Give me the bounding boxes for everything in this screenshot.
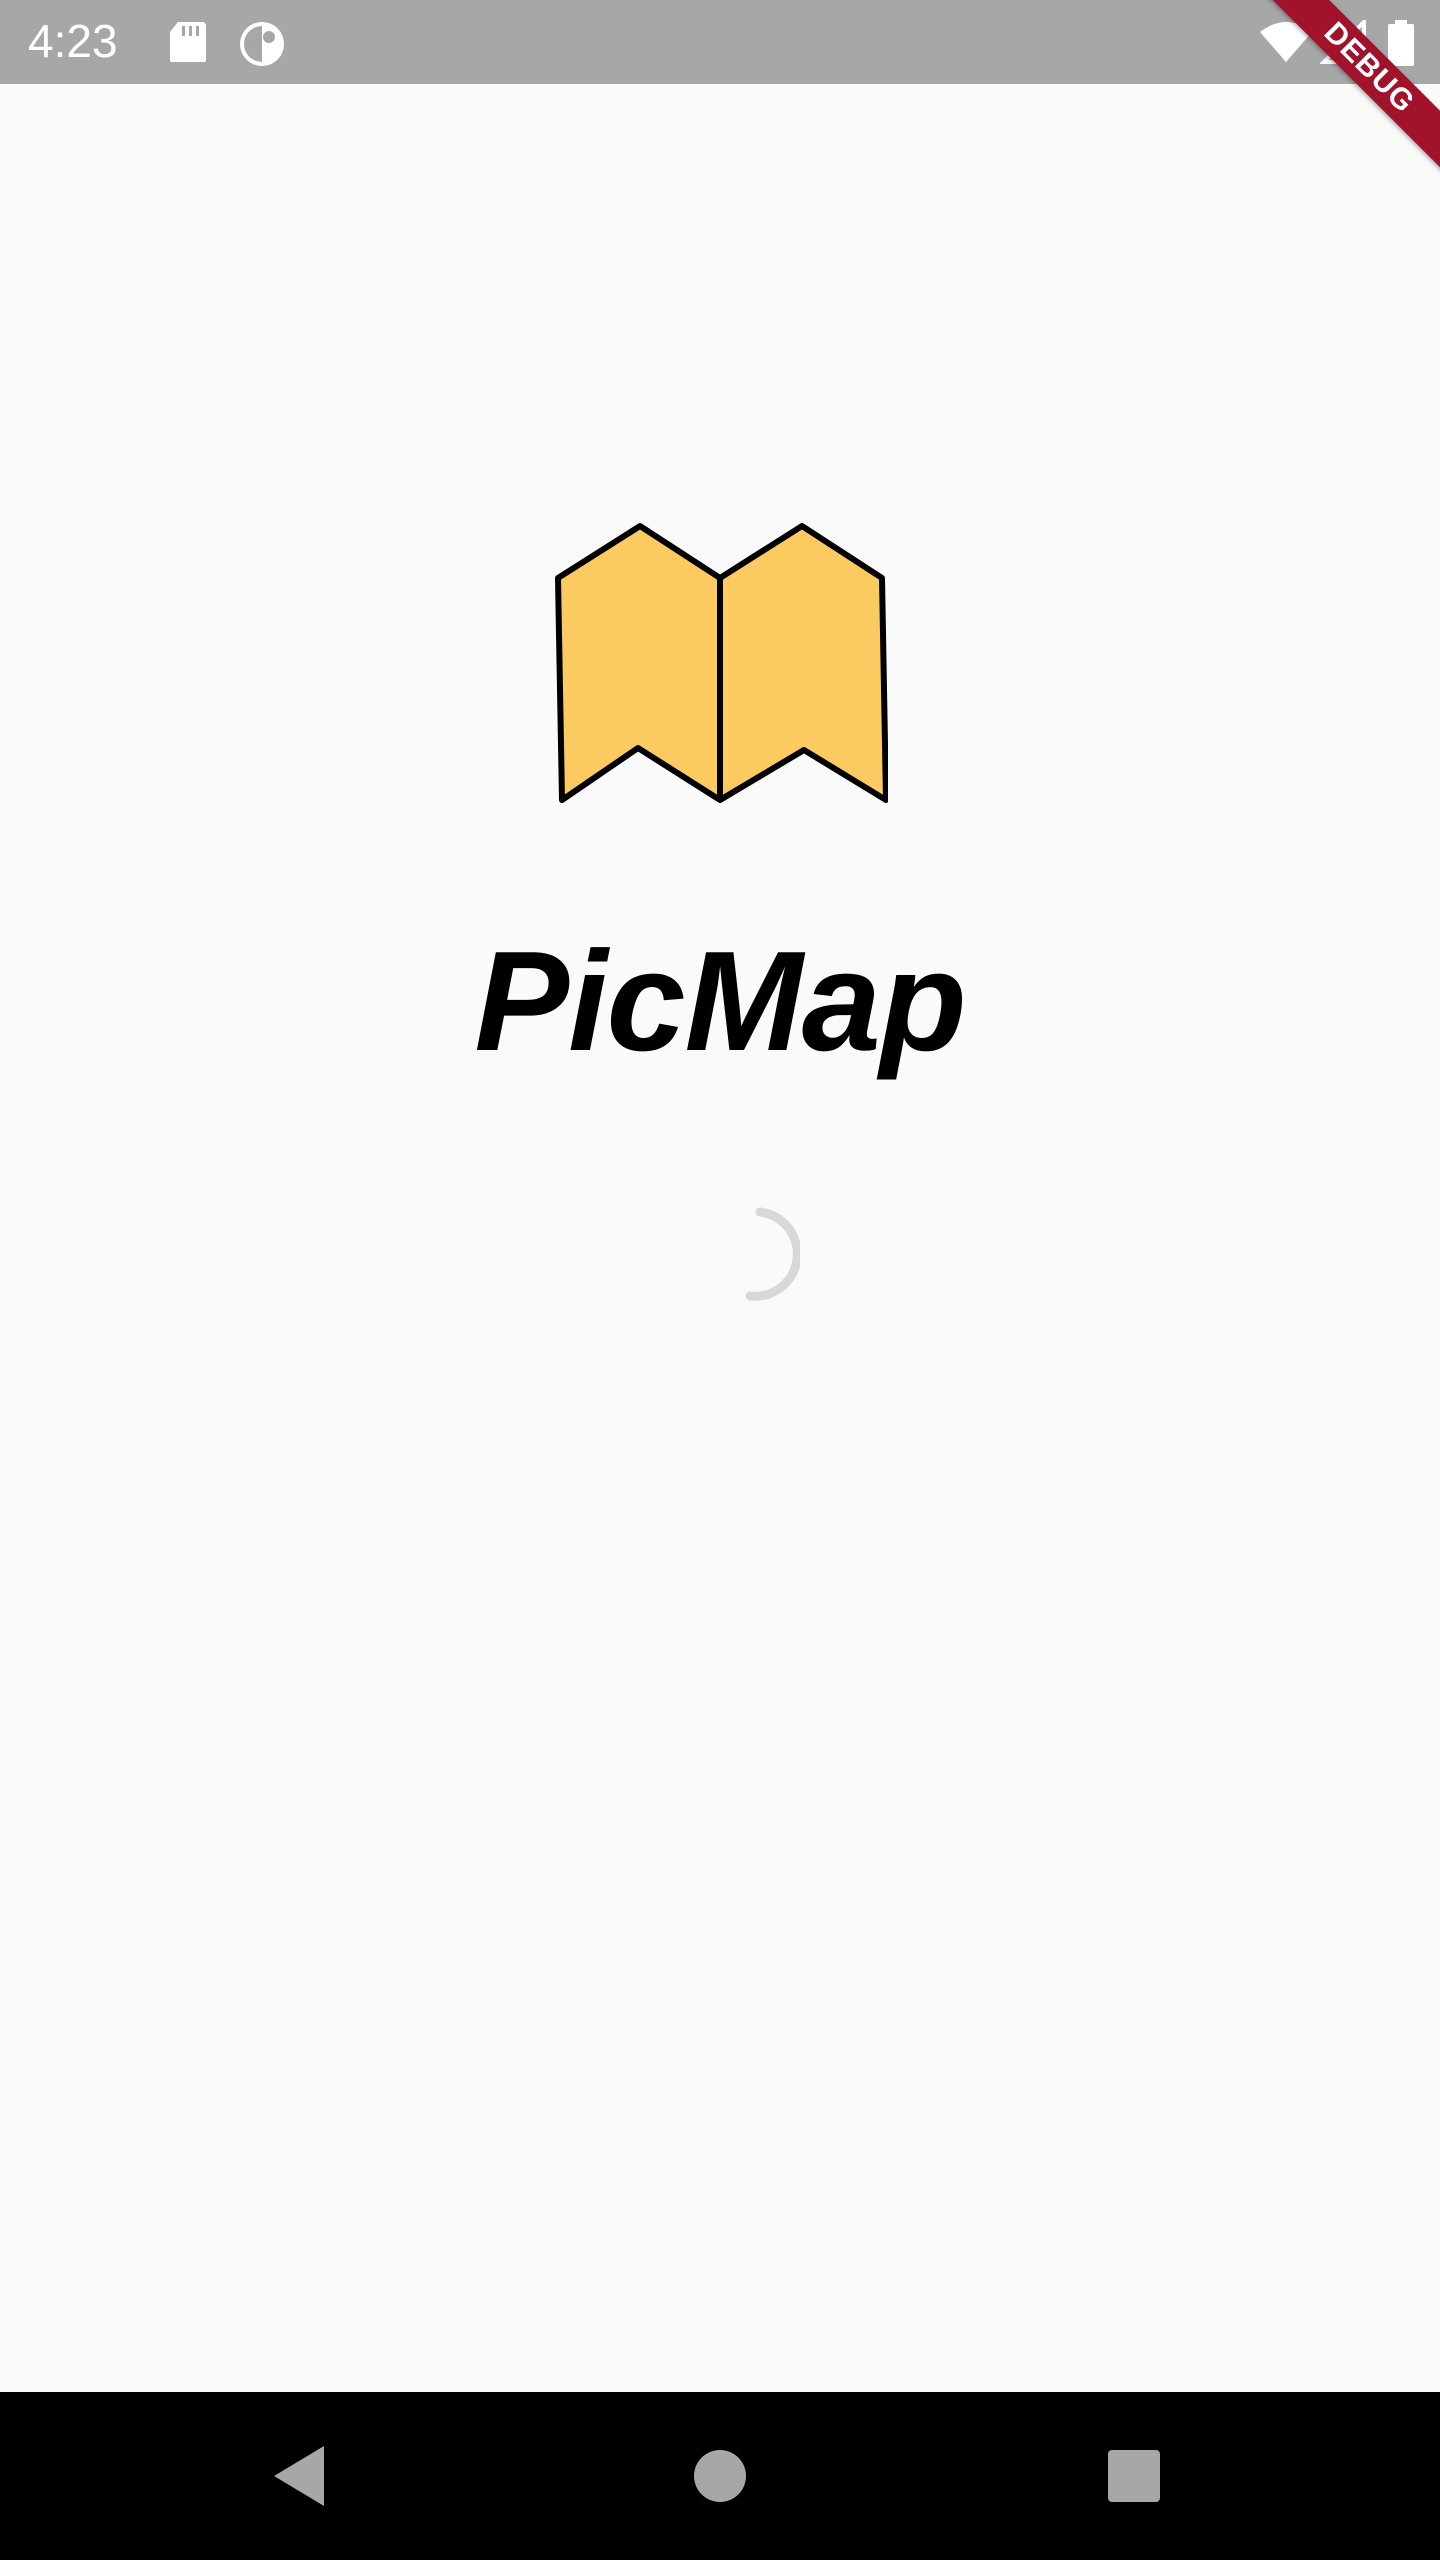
navigation-bar	[0, 2392, 1440, 2560]
home-icon[interactable]	[680, 2436, 760, 2516]
status-bar: 4:23	[0, 0, 1440, 84]
splash-screen: 4:23 DEBUG PicMap	[0, 0, 1440, 2560]
folded-map-icon	[555, 523, 888, 803]
status-time: 4:23	[28, 15, 118, 67]
battery-icon	[1388, 20, 1414, 66]
progress-spinner-icon	[745, 1207, 800, 1301]
recents-icon[interactable]	[1094, 2436, 1174, 2516]
sd-card-icon	[170, 22, 206, 62]
flux-icon	[240, 22, 284, 66]
app-title: PicMap	[474, 922, 966, 1081]
back-icon[interactable]	[260, 2436, 340, 2516]
